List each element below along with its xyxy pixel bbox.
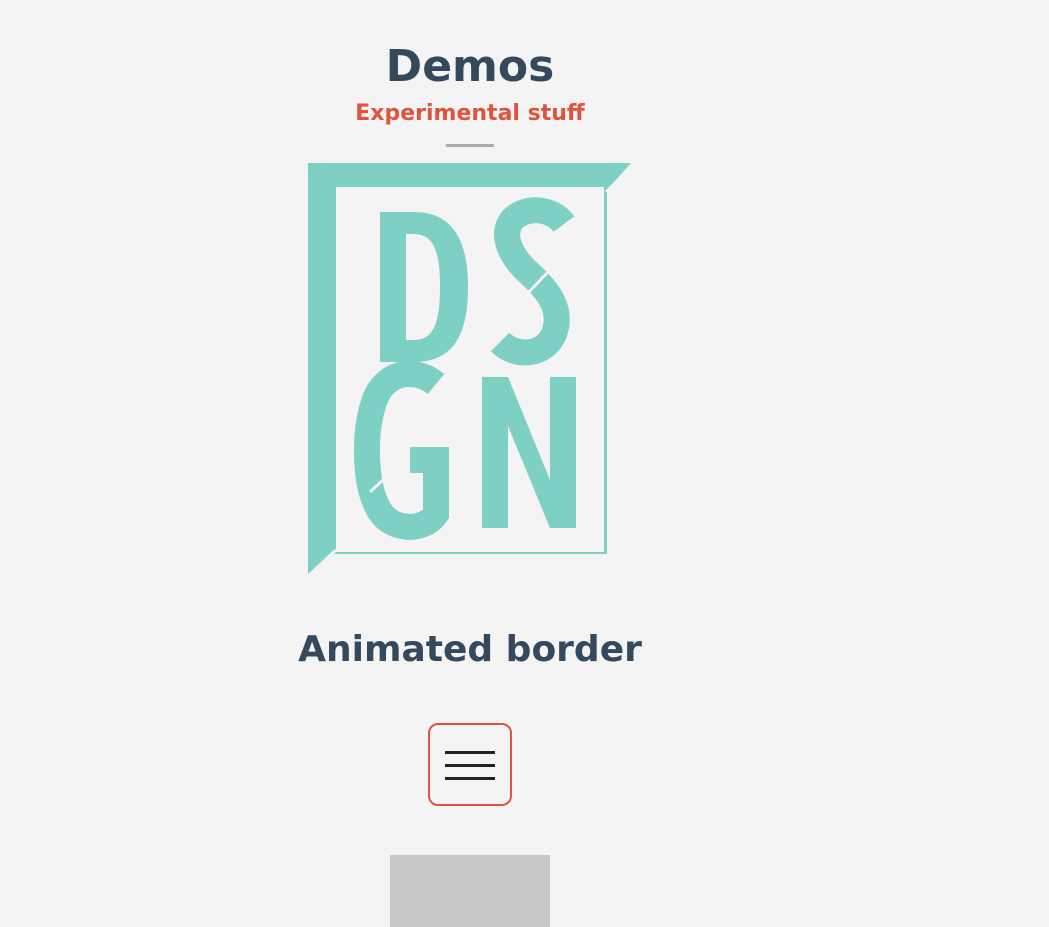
hamburger-menu-button[interactable] [428,723,512,806]
logo-letter-g [353,360,449,540]
hamburger-menu-icon [445,751,495,754]
page-subtitle: Experimental stuff [355,101,585,126]
demos-page: Demos Experimental stuff Animated border [0,0,1049,927]
title-divider [446,144,494,147]
page-title: Demos [385,41,555,92]
demo-title: Animated border [298,629,642,670]
hamburger-menu-icon-middle [445,764,495,767]
hamburger-menu-icon-bottom [445,777,495,780]
demo-preview-block [390,855,550,927]
logo-letter-d [380,212,468,362]
logo-frame [308,163,631,578]
dsgn-logo [306,162,634,580]
logo-letter-s [490,197,575,366]
logo-letter-n [482,377,576,528]
